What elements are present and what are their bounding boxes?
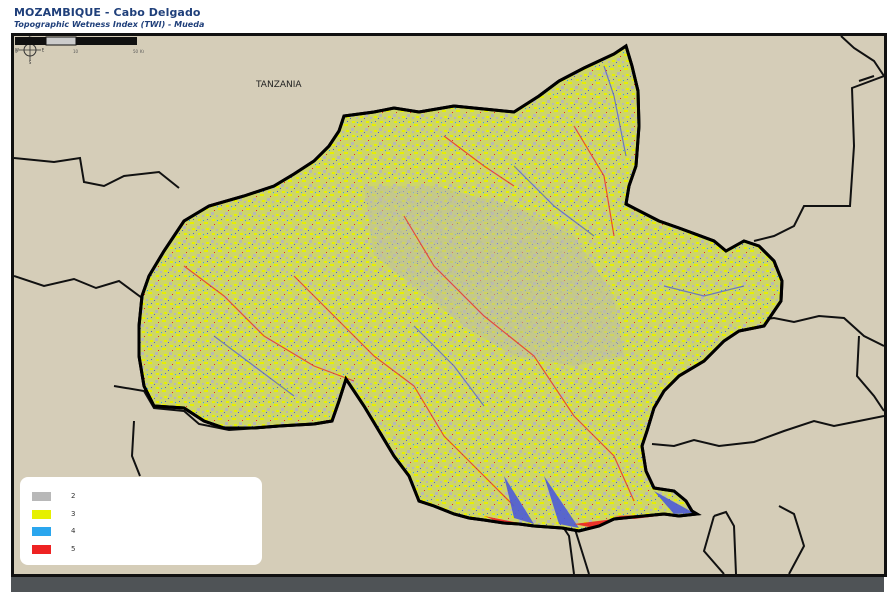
legend-item: 5	[32, 544, 75, 554]
scale-tick-2: 50	[133, 49, 139, 54]
map-frame[interactable]: TANZANIA N S E W 2 3 4 5 0	[11, 33, 887, 577]
label-tanzania: TANZANIA	[256, 80, 302, 90]
legend-swatch	[32, 509, 51, 519]
legend-item: 3	[32, 509, 75, 519]
legend-label: 3	[71, 510, 76, 518]
map-subtitle: Topographic Wetness Index (TWI) - Mueda	[14, 20, 205, 29]
legend-swatch	[32, 491, 51, 501]
map-title: MOZAMBIQUE - Cabo Delgado	[14, 6, 201, 19]
scale-unit: Km	[140, 49, 144, 54]
scale-tick-1: 10	[73, 49, 79, 54]
legend-label: 2	[71, 492, 76, 500]
legend-swatch	[32, 544, 51, 554]
legend-item: 2	[32, 491, 75, 501]
legend-label: 5	[71, 545, 76, 553]
legend-swatch	[32, 526, 51, 536]
scale-bar: 0 10 50 Km	[15, 36, 144, 54]
south-label: S	[29, 60, 32, 64]
scale-tick-0: 0	[15, 49, 18, 54]
legend-panel: 2 3 4 5	[20, 477, 262, 565]
legend-item: 4	[32, 526, 75, 536]
footer-bar	[11, 577, 884, 592]
legend-label: 4	[71, 527, 76, 535]
